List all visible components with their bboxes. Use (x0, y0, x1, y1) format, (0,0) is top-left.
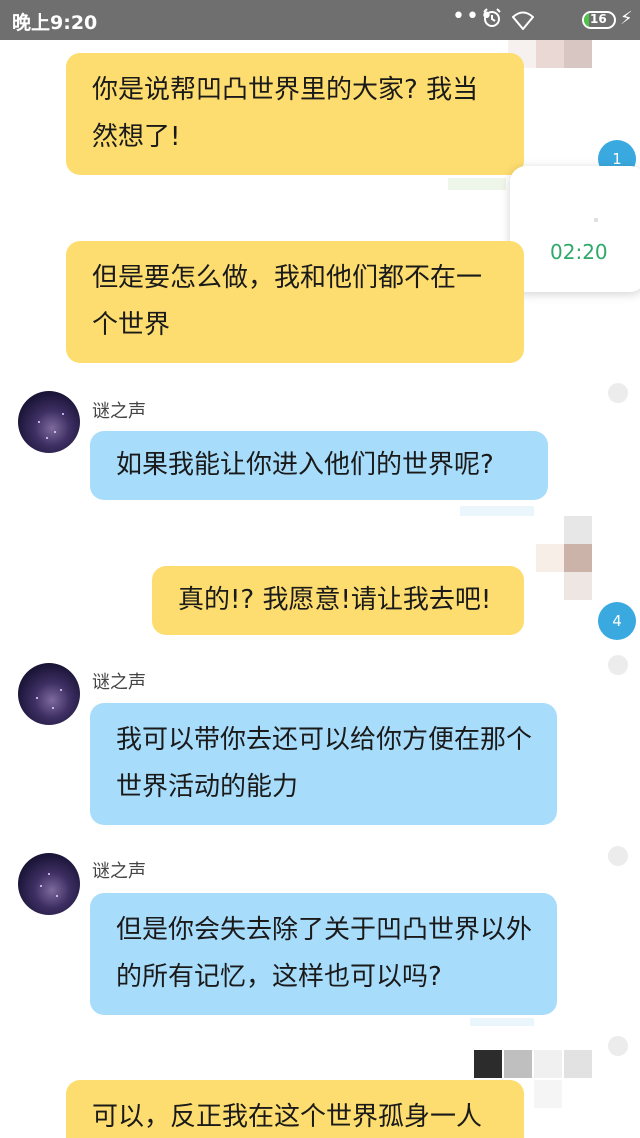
avatar-star (60, 689, 62, 691)
other-message-bubble[interactable]: 我可以带你去还可以给你方便在那个世界活动的能力 (90, 703, 557, 825)
avatar-star (48, 873, 50, 875)
other-message-bubble[interactable]: 但是你会失去除了关于凹凸世界以外的所有记忆，这样也可以吗? (90, 893, 557, 1015)
floating-call-window[interactable]: 02:20 (510, 166, 640, 292)
unread-badge-count: 4 (612, 612, 622, 630)
avatar[interactable] (18, 663, 80, 725)
avatar-star (54, 431, 56, 433)
avatar[interactable] (18, 853, 80, 915)
avatar-star (36, 697, 38, 699)
side-indicator (608, 846, 628, 866)
battery-fill (584, 13, 589, 27)
sender-name: 谜之声 (92, 861, 146, 882)
mosaic-block (564, 40, 592, 68)
mosaic-block (460, 506, 534, 516)
side-indicator (608, 1036, 628, 1056)
battery-level: 16 (590, 12, 607, 26)
mosaic-block (504, 1050, 532, 1078)
mosaic-block (474, 1050, 502, 1078)
avatar-star (56, 895, 58, 897)
call-timer: 02:20 (550, 240, 608, 264)
mosaic-block (564, 572, 592, 600)
mosaic-block (536, 544, 564, 572)
message-text: 如果我能让你进入他们的世界呢? (116, 450, 494, 480)
mosaic-block (534, 1050, 562, 1078)
message-text: 真的!? 我愿意!请让我去吧! (178, 585, 492, 615)
message-text: 你是说帮凹凸世界里的大家? 我当然想了! (92, 75, 479, 152)
unread-badge[interactable]: 4 (598, 602, 636, 640)
avatar-star (52, 707, 54, 709)
status-bar: 晚上9:20 ••• 16 ⚡ (0, 0, 640, 40)
my-message-bubble[interactable]: 真的!? 我愿意!请让我去吧! (152, 566, 524, 635)
my-message-bubble[interactable]: 但是要怎么做，我和他们都不在一个世界 (66, 241, 524, 363)
my-message-bubble[interactable]: 你是说帮凹凸世界里的大家? 我当然想了! (66, 53, 524, 175)
side-indicator (608, 655, 628, 675)
call-window-dot (594, 218, 598, 222)
message-text: 我可以带你去还可以给你方便在那个世界活动的能力 (116, 725, 533, 802)
message-text: 但是要怎么做，我和他们都不在一个世界 (92, 263, 483, 340)
chat-screen: 晚上9:20 ••• 16 ⚡ 你是说帮凹凸世界里的大家? 我当然想了! 1 0… (0, 0, 640, 1138)
avatar-star (38, 421, 40, 423)
mosaic-block (448, 178, 506, 190)
status-time: 晚上9:20 (12, 12, 98, 34)
wifi-icon (512, 11, 534, 30)
sender-name: 谜之声 (92, 672, 146, 693)
mosaic-block (536, 40, 564, 68)
mosaic-block (470, 1018, 534, 1026)
message-text: 但是你会失去除了关于凹凸世界以外的所有记忆，这样也可以吗? (116, 915, 533, 992)
mosaic-block (534, 1080, 562, 1108)
mosaic-block (564, 544, 592, 572)
my-message-bubble[interactable]: 可以，反正我在这个世界孤身一人 (66, 1080, 524, 1138)
avatar-star (62, 413, 64, 415)
other-message-bubble[interactable]: 如果我能让你进入他们的世界呢? (90, 431, 548, 500)
sender-name: 谜之声 (92, 401, 146, 422)
avatar-star (46, 437, 48, 439)
mosaic-block (564, 516, 592, 544)
alarm-icon (483, 8, 501, 27)
avatar[interactable] (18, 391, 80, 453)
battery-icon: 16 (582, 11, 616, 29)
message-text: 可以，反正我在这个世界孤身一人 (92, 1102, 483, 1132)
side-indicator (608, 383, 628, 403)
mosaic-block (564, 1050, 592, 1078)
avatar-star (40, 885, 42, 887)
charging-bolt-icon: ⚡ (620, 8, 633, 29)
